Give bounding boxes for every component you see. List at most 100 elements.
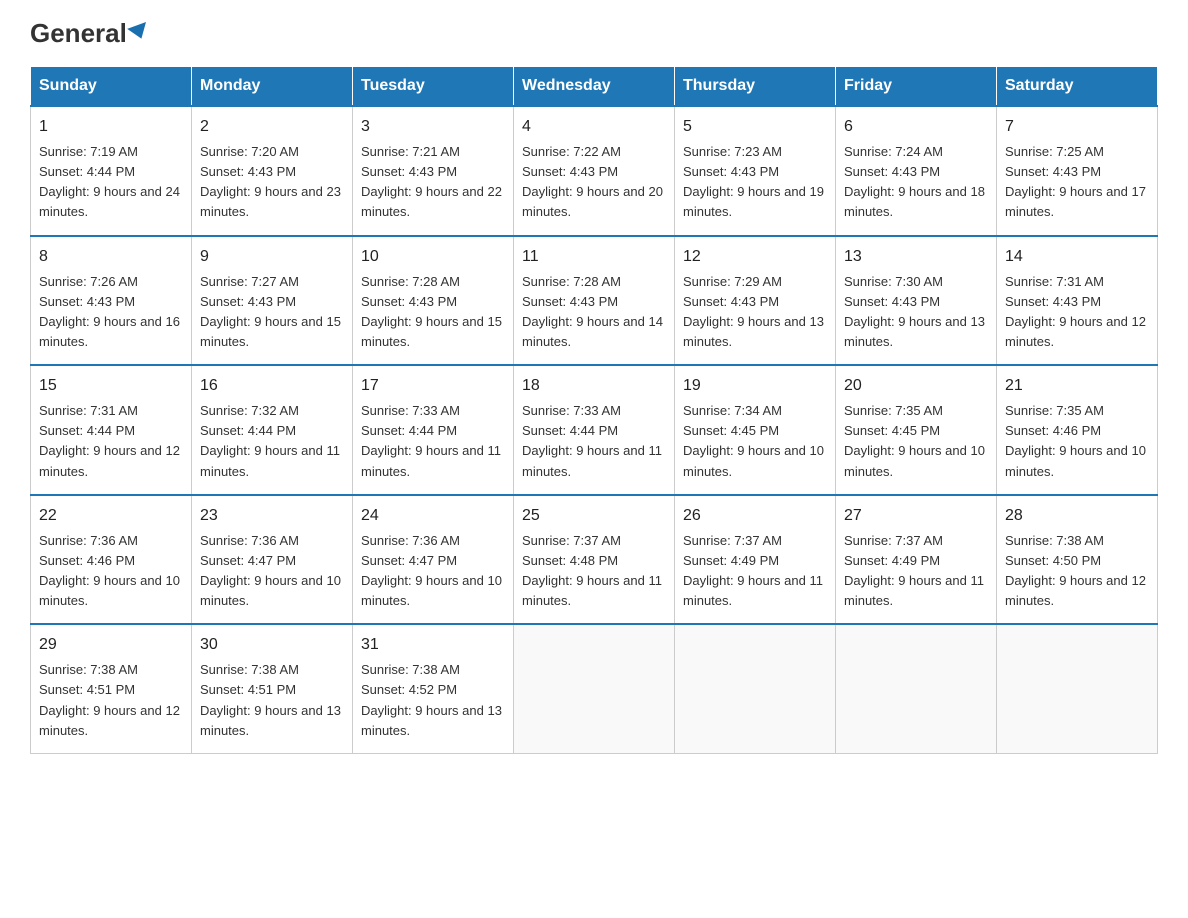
day-info: Sunrise: 7:27 AMSunset: 4:43 PMDaylight:… bbox=[200, 274, 341, 349]
day-info: Sunrise: 7:37 AMSunset: 4:49 PMDaylight:… bbox=[844, 533, 984, 608]
day-info: Sunrise: 7:38 AMSunset: 4:51 PMDaylight:… bbox=[39, 662, 180, 737]
day-number: 28 bbox=[1005, 504, 1149, 528]
day-info: Sunrise: 7:33 AMSunset: 4:44 PMDaylight:… bbox=[522, 403, 662, 478]
day-info: Sunrise: 7:32 AMSunset: 4:44 PMDaylight:… bbox=[200, 403, 340, 478]
day-info: Sunrise: 7:28 AMSunset: 4:43 PMDaylight:… bbox=[522, 274, 663, 349]
calendar-cell: 12 Sunrise: 7:29 AMSunset: 4:43 PMDayligh… bbox=[675, 236, 836, 366]
day-number: 24 bbox=[361, 504, 505, 528]
day-number: 6 bbox=[844, 115, 988, 139]
logo: General bbox=[30, 20, 149, 46]
calendar-cell: 28Sunrise: 7:38 AMSunset: 4:50 PMDayligh… bbox=[997, 495, 1158, 625]
calendar-week-row: 29 Sunrise: 7:38 AMSunset: 4:51 PMDayligh… bbox=[31, 624, 1158, 753]
day-number: 25 bbox=[522, 504, 666, 528]
day-number: 22 bbox=[39, 504, 183, 528]
day-info: Sunrise: 7:36 AMSunset: 4:47 PMDaylight:… bbox=[361, 533, 502, 608]
weekday-header-monday: Monday bbox=[192, 67, 353, 107]
calendar-cell: 10 Sunrise: 7:28 AMSunset: 4:43 PMDayligh… bbox=[353, 236, 514, 366]
day-info: Sunrise: 7:33 AMSunset: 4:44 PMDaylight:… bbox=[361, 403, 501, 478]
day-number: 4 bbox=[522, 115, 666, 139]
day-info: Sunrise: 7:26 AMSunset: 4:43 PMDaylight:… bbox=[39, 274, 180, 349]
calendar-cell: 19Sunrise: 7:34 AMSunset: 4:45 PMDayligh… bbox=[675, 365, 836, 495]
calendar-cell: 24 Sunrise: 7:36 AMSunset: 4:47 PMDayligh… bbox=[353, 495, 514, 625]
day-number: 27 bbox=[844, 504, 988, 528]
logo-top: General bbox=[30, 20, 149, 46]
calendar-cell bbox=[997, 624, 1158, 753]
day-number: 19 bbox=[683, 374, 827, 398]
calendar-cell: 27 Sunrise: 7:37 AMSunset: 4:49 PMDayligh… bbox=[836, 495, 997, 625]
calendar-cell: 8Sunrise: 7:26 AMSunset: 4:43 PMDaylight… bbox=[31, 236, 192, 366]
day-info: Sunrise: 7:25 AMSunset: 4:43 PMDaylight:… bbox=[1005, 144, 1146, 219]
day-info: Sunrise: 7:38 AMSunset: 4:52 PMDaylight:… bbox=[361, 662, 502, 737]
day-number: 18 bbox=[522, 374, 666, 398]
calendar-cell: 23 Sunrise: 7:36 AMSunset: 4:47 PMDayligh… bbox=[192, 495, 353, 625]
day-info: Sunrise: 7:36 AMSunset: 4:47 PMDaylight:… bbox=[200, 533, 341, 608]
calendar-cell: 29 Sunrise: 7:38 AMSunset: 4:51 PMDayligh… bbox=[31, 624, 192, 753]
calendar-cell: 22 Sunrise: 7:36 AMSunset: 4:46 PMDayligh… bbox=[31, 495, 192, 625]
day-info: Sunrise: 7:31 AMSunset: 4:43 PMDaylight:… bbox=[1005, 274, 1146, 349]
calendar-cell: 15Sunrise: 7:31 AMSunset: 4:44 PMDayligh… bbox=[31, 365, 192, 495]
day-number: 11 bbox=[522, 245, 666, 269]
day-number: 21 bbox=[1005, 374, 1149, 398]
calendar-cell: 26Sunrise: 7:37 AMSunset: 4:49 PMDayligh… bbox=[675, 495, 836, 625]
calendar-week-row: 22 Sunrise: 7:36 AMSunset: 4:46 PMDayligh… bbox=[31, 495, 1158, 625]
calendar-cell: 9 Sunrise: 7:27 AMSunset: 4:43 PMDaylight… bbox=[192, 236, 353, 366]
calendar-cell: 20Sunrise: 7:35 AMSunset: 4:45 PMDayligh… bbox=[836, 365, 997, 495]
calendar-cell bbox=[675, 624, 836, 753]
calendar-cell bbox=[836, 624, 997, 753]
day-number: 31 bbox=[361, 633, 505, 657]
day-number: 2 bbox=[200, 115, 344, 139]
day-info: Sunrise: 7:19 AMSunset: 4:44 PMDaylight:… bbox=[39, 144, 180, 219]
day-info: Sunrise: 7:35 AMSunset: 4:46 PMDaylight:… bbox=[1005, 403, 1146, 478]
weekday-header-thursday: Thursday bbox=[675, 67, 836, 107]
weekday-header-wednesday: Wednesday bbox=[514, 67, 675, 107]
day-number: 29 bbox=[39, 633, 183, 657]
day-info: Sunrise: 7:37 AMSunset: 4:48 PMDaylight:… bbox=[522, 533, 662, 608]
day-info: Sunrise: 7:38 AMSunset: 4:51 PMDaylight:… bbox=[200, 662, 341, 737]
day-number: 1 bbox=[39, 115, 183, 139]
day-number: 23 bbox=[200, 504, 344, 528]
page-header: General bbox=[30, 20, 1158, 46]
calendar-cell: 31 Sunrise: 7:38 AMSunset: 4:52 PMDayligh… bbox=[353, 624, 514, 753]
calendar-cell: 4 Sunrise: 7:22 AMSunset: 4:43 PMDaylight… bbox=[514, 106, 675, 236]
day-number: 7 bbox=[1005, 115, 1149, 139]
calendar-cell: 17 Sunrise: 7:33 AMSunset: 4:44 PMDayligh… bbox=[353, 365, 514, 495]
calendar-cell: 21 Sunrise: 7:35 AMSunset: 4:46 PMDayligh… bbox=[997, 365, 1158, 495]
day-number: 15 bbox=[39, 374, 183, 398]
day-number: 16 bbox=[200, 374, 344, 398]
logo-triangle-icon bbox=[127, 22, 151, 42]
calendar-cell: 16 Sunrise: 7:32 AMSunset: 4:44 PMDayligh… bbox=[192, 365, 353, 495]
calendar-cell bbox=[514, 624, 675, 753]
calendar-week-row: 1 Sunrise: 7:19 AMSunset: 4:44 PMDaylight… bbox=[31, 106, 1158, 236]
calendar-cell: 2 Sunrise: 7:20 AMSunset: 4:43 PMDaylight… bbox=[192, 106, 353, 236]
weekday-header-tuesday: Tuesday bbox=[353, 67, 514, 107]
day-number: 20 bbox=[844, 374, 988, 398]
calendar-cell: 25 Sunrise: 7:37 AMSunset: 4:48 PMDayligh… bbox=[514, 495, 675, 625]
calendar-cell: 6 Sunrise: 7:24 AMSunset: 4:43 PMDaylight… bbox=[836, 106, 997, 236]
day-number: 17 bbox=[361, 374, 505, 398]
calendar-cell: 1 Sunrise: 7:19 AMSunset: 4:44 PMDaylight… bbox=[31, 106, 192, 236]
calendar-week-row: 8Sunrise: 7:26 AMSunset: 4:43 PMDaylight… bbox=[31, 236, 1158, 366]
calendar-week-row: 15Sunrise: 7:31 AMSunset: 4:44 PMDayligh… bbox=[31, 365, 1158, 495]
weekday-header-friday: Friday bbox=[836, 67, 997, 107]
day-info: Sunrise: 7:22 AMSunset: 4:43 PMDaylight:… bbox=[522, 144, 663, 219]
day-number: 12 bbox=[683, 245, 827, 269]
day-info: Sunrise: 7:20 AMSunset: 4:43 PMDaylight:… bbox=[200, 144, 341, 219]
calendar-cell: 14 Sunrise: 7:31 AMSunset: 4:43 PMDayligh… bbox=[997, 236, 1158, 366]
day-info: Sunrise: 7:24 AMSunset: 4:43 PMDaylight:… bbox=[844, 144, 985, 219]
day-number: 9 bbox=[200, 245, 344, 269]
day-info: Sunrise: 7:21 AMSunset: 4:43 PMDaylight:… bbox=[361, 144, 502, 219]
day-info: Sunrise: 7:29 AMSunset: 4:43 PMDaylight:… bbox=[683, 274, 824, 349]
weekday-header-row: SundayMondayTuesdayWednesdayThursdayFrid… bbox=[31, 67, 1158, 107]
calendar-table: SundayMondayTuesdayWednesdayThursdayFrid… bbox=[30, 66, 1158, 754]
day-info: Sunrise: 7:36 AMSunset: 4:46 PMDaylight:… bbox=[39, 533, 180, 608]
weekday-header-saturday: Saturday bbox=[997, 67, 1158, 107]
calendar-cell: 11 Sunrise: 7:28 AMSunset: 4:43 PMDayligh… bbox=[514, 236, 675, 366]
day-info: Sunrise: 7:28 AMSunset: 4:43 PMDaylight:… bbox=[361, 274, 502, 349]
day-number: 14 bbox=[1005, 245, 1149, 269]
day-number: 10 bbox=[361, 245, 505, 269]
day-number: 30 bbox=[200, 633, 344, 657]
day-info: Sunrise: 7:23 AMSunset: 4:43 PMDaylight:… bbox=[683, 144, 824, 219]
day-number: 26 bbox=[683, 504, 827, 528]
calendar-cell: 5Sunrise: 7:23 AMSunset: 4:43 PMDaylight… bbox=[675, 106, 836, 236]
day-info: Sunrise: 7:30 AMSunset: 4:43 PMDaylight:… bbox=[844, 274, 985, 349]
